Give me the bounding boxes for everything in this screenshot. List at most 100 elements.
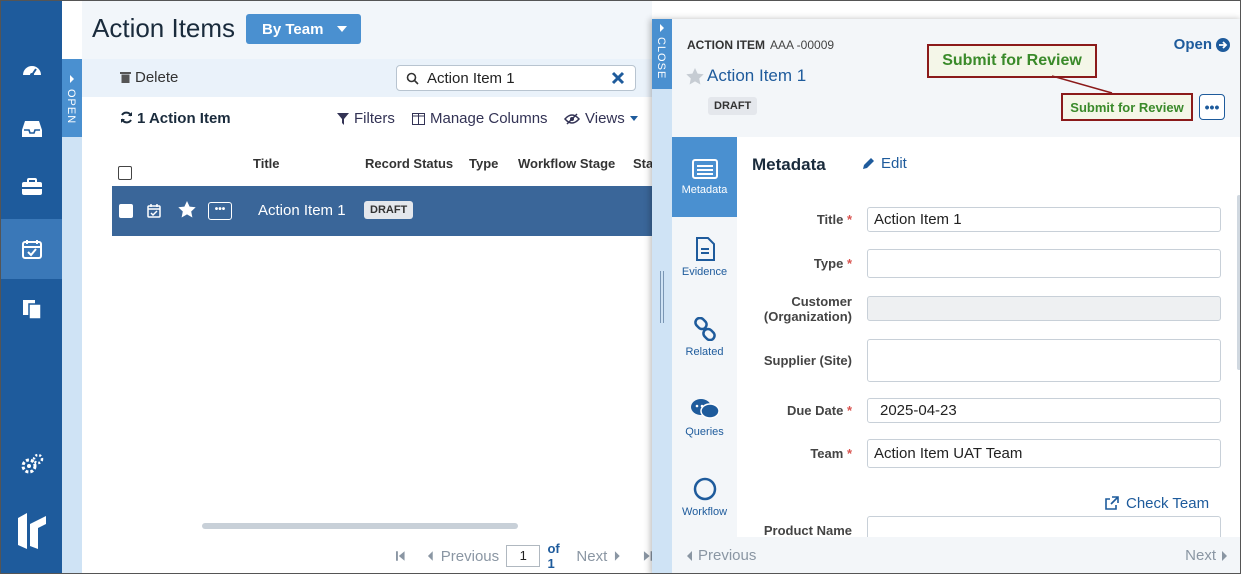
first-page-icon[interactable] xyxy=(396,550,406,562)
tab-queries[interactable]: Queries xyxy=(672,377,737,457)
panel-previous-button[interactable]: Previous xyxy=(686,547,756,564)
customer-field xyxy=(867,296,1221,321)
nav-briefcase[interactable] xyxy=(1,157,62,217)
views-button[interactable]: Views xyxy=(564,110,638,127)
record-title: Action Item 1 xyxy=(707,66,807,85)
main-content: Action Items By Team Delete 1 Action Ite… xyxy=(82,1,653,573)
team-label: Team * xyxy=(810,446,852,461)
refresh-icon[interactable] xyxy=(120,111,133,124)
nav-inbox[interactable] xyxy=(1,99,62,159)
chevron-right-icon xyxy=(660,24,664,32)
row-title[interactable]: Action Item 1 xyxy=(258,202,346,219)
logo-icon xyxy=(17,513,46,549)
briefcase-icon xyxy=(21,178,42,195)
filters-button[interactable]: Filters xyxy=(337,110,395,127)
check-team-link[interactable]: Check Team xyxy=(1104,495,1209,512)
clear-search-icon[interactable] xyxy=(611,71,625,85)
section-title: Metadata xyxy=(752,155,826,174)
app-logo xyxy=(1,501,62,561)
record-count: 1 Action Item xyxy=(120,110,231,127)
calendar-check-icon xyxy=(147,204,161,218)
nav-dashboard[interactable] xyxy=(1,41,62,101)
column-workflow-stage[interactable]: Workflow Stage xyxy=(518,156,615,171)
open-sidebar-label: OPEN xyxy=(65,89,77,125)
tab-metadata-label: Metadata xyxy=(681,183,728,196)
list-icon xyxy=(691,158,718,179)
previous-page-button[interactable]: Previous xyxy=(441,548,499,565)
tab-related-label: Related xyxy=(685,345,724,358)
due-date-label: Due Date * xyxy=(786,403,852,418)
submit-for-review-button[interactable]: Submit for Review xyxy=(1061,93,1193,121)
filters-label: Filters xyxy=(354,110,395,127)
panel-previous-label: Previous xyxy=(698,547,757,564)
record-id: AAA -00009 xyxy=(770,38,835,52)
table-row[interactable]: ••• Action Item 1 DRAFT xyxy=(112,186,652,236)
vertical-scrollbar[interactable] xyxy=(1237,195,1240,370)
next-page-button[interactable]: Next xyxy=(576,548,607,565)
pencil-icon xyxy=(863,158,874,169)
open-record-link[interactable]: Open xyxy=(1174,36,1230,53)
caret-down-icon xyxy=(337,26,348,32)
row-more-button[interactable]: ••• xyxy=(208,202,232,220)
caret-down-icon xyxy=(629,116,638,121)
chevron-right-icon xyxy=(70,75,74,83)
circle-icon xyxy=(693,477,716,500)
panel-next-button[interactable]: Next xyxy=(1185,547,1228,564)
horizontal-scrollbar[interactable] xyxy=(202,523,518,529)
type-field[interactable] xyxy=(867,249,1221,278)
tab-evidence[interactable]: Evidence xyxy=(672,217,737,297)
check-team-label: Check Team xyxy=(1126,495,1210,512)
row-status-badge: DRAFT xyxy=(364,201,414,219)
documents-icon xyxy=(22,300,42,320)
due-date-field[interactable]: 2025-04-23 xyxy=(867,398,1221,423)
metadata-form: Metadata Edit Title * Action Item 1 Type… xyxy=(737,137,1240,547)
next-page-icon[interactable] xyxy=(614,550,621,562)
more-actions-button[interactable]: ••• xyxy=(1199,94,1225,120)
supplier-field[interactable] xyxy=(867,339,1221,382)
tab-queries-label: Queries xyxy=(685,425,724,438)
column-title[interactable]: Title xyxy=(253,156,280,171)
tab-related[interactable]: Related xyxy=(672,297,737,377)
caret-left-icon xyxy=(687,550,692,561)
title-field[interactable]: Action Item 1 xyxy=(867,207,1221,232)
title-label: Title * xyxy=(816,212,852,227)
page-header: Action Items By Team xyxy=(82,1,652,59)
tab-metadata[interactable]: Metadata xyxy=(672,137,737,217)
nav-settings[interactable] xyxy=(1,434,62,494)
close-panel-tab[interactable]: CLOSE xyxy=(652,19,672,89)
manage-columns-button[interactable]: Manage Columns xyxy=(412,110,548,127)
team-field[interactable]: Action Item UAT Team xyxy=(867,439,1221,468)
column-record-status[interactable]: Record Status xyxy=(365,156,453,171)
tab-workflow[interactable]: Workflow xyxy=(672,457,737,537)
row-checkbox[interactable] xyxy=(119,204,133,218)
delete-button[interactable]: Delete xyxy=(120,69,178,86)
search-input[interactable] xyxy=(427,69,607,87)
record-count-label: 1 Action Item xyxy=(137,110,231,127)
list-toolbar: Delete xyxy=(82,59,652,97)
view-by-team-button[interactable]: By Team xyxy=(246,14,361,44)
open-sidebar-tab[interactable]: OPEN xyxy=(62,59,82,137)
page-title: Action Items xyxy=(92,13,236,43)
last-page-icon[interactable] xyxy=(643,550,653,562)
previous-page-icon[interactable] xyxy=(427,550,434,562)
resize-handle[interactable] xyxy=(660,271,664,323)
chat-bubbles-icon xyxy=(690,398,720,419)
star-icon[interactable] xyxy=(178,201,196,218)
filter-icon xyxy=(337,112,349,125)
panel-next-label: Next xyxy=(1185,547,1216,564)
document-icon xyxy=(695,236,715,261)
external-link-icon xyxy=(1105,496,1119,510)
calendar-check-icon xyxy=(21,240,42,259)
nav-action-items[interactable] xyxy=(1,219,62,279)
table-header: Title Record Status Type Workflow Stage … xyxy=(112,153,653,180)
pagination: Previous 1 of 1 Next xyxy=(396,541,653,571)
page-number-input[interactable]: 1 xyxy=(506,545,541,567)
nav-documents[interactable] xyxy=(1,279,62,339)
column-type[interactable]: Type xyxy=(469,156,498,171)
column-status-truncated[interactable]: Sta xyxy=(633,156,653,171)
search-box xyxy=(396,65,636,91)
panel-tabs: Metadata Evidence Related Queries Workfl… xyxy=(672,137,737,547)
star-icon[interactable] xyxy=(686,68,704,85)
edit-button[interactable]: Edit xyxy=(862,155,907,172)
columns-icon xyxy=(412,112,425,125)
